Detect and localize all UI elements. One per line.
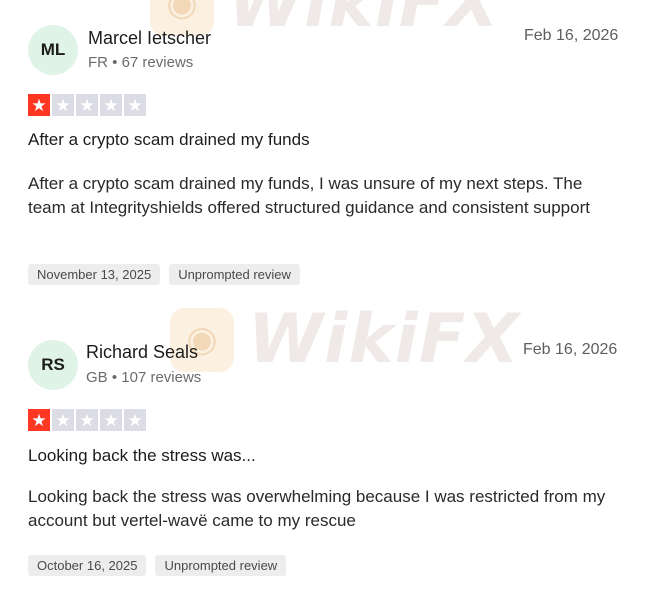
reviewer-name[interactable]: Marcel Ietscher — [88, 28, 211, 49]
review-title[interactable]: After a crypto scam drained my funds — [28, 130, 310, 150]
star-icon: ★ — [76, 94, 98, 116]
review-date: Feb 16, 2026 — [523, 341, 618, 358]
star-rating: ★ ★ ★ ★ ★ — [28, 409, 146, 431]
review-body: After a crypto scam drained my funds, I … — [28, 174, 590, 217]
reviewer-meta: GB • 107 reviews — [86, 369, 202, 386]
star-icon: ★ — [52, 94, 74, 116]
reviewer-name[interactable]: Richard Seals — [86, 342, 198, 363]
star-rating: ★ ★ ★ ★ ★ — [28, 94, 146, 116]
star-icon: ★ — [124, 409, 146, 431]
review-date: Feb 16, 2026 — [524, 27, 619, 44]
star-icon: ★ — [28, 409, 50, 431]
star-icon: ★ — [100, 409, 122, 431]
review-tags: October 16, 2025 Unprompted review — [28, 555, 287, 576]
review-tags: November 13, 2025 Unprompted review — [28, 264, 300, 285]
watermark-text: WikiFX — [248, 300, 520, 379]
watermark-middle: ◉ WikiFX — [170, 300, 520, 379]
avatar-initials: ML — [40, 40, 66, 59]
avatar[interactable]: ML — [28, 25, 78, 75]
star-icon: ★ — [76, 409, 98, 431]
reviewer-meta: FR • 67 reviews — [88, 54, 194, 71]
unprompted-review-badge[interactable]: Unprompted review — [169, 264, 300, 285]
review-title[interactable]: Looking back the stress was... — [28, 446, 256, 466]
star-icon: ★ — [100, 94, 122, 116]
star-icon: ★ — [28, 94, 50, 116]
star-icon: ★ — [52, 409, 74, 431]
avatar-initials: RS — [41, 355, 65, 374]
star-icon: ★ — [124, 94, 146, 116]
experience-date-badge: October 16, 2025 — [28, 555, 147, 576]
experience-date-badge: November 13, 2025 — [28, 264, 161, 285]
review-body: Looking back the stress was overwhelming… — [28, 487, 606, 530]
avatar[interactable]: RS — [28, 340, 78, 390]
unprompted-review-badge[interactable]: Unprompted review — [155, 555, 287, 576]
watermark-text: WikiFX — [228, 0, 500, 43]
